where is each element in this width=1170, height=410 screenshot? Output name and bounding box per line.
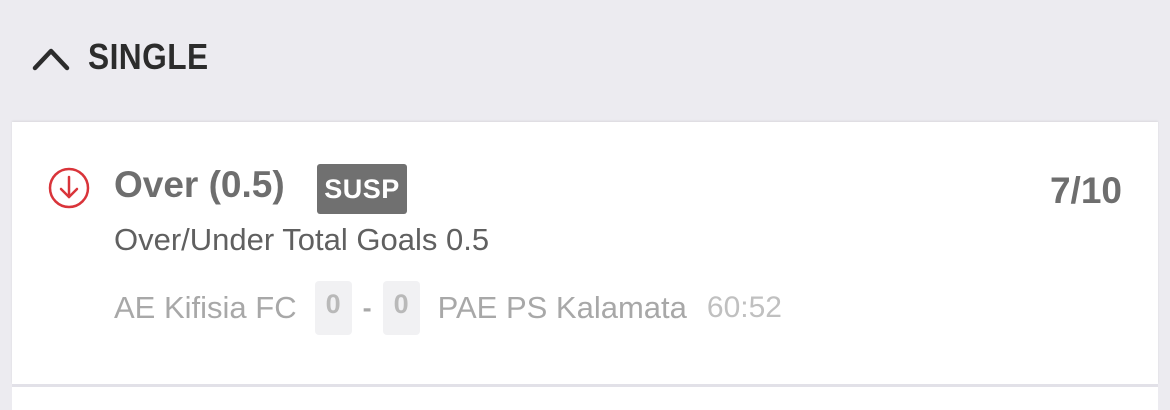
event-info: AE Kifisia FC 0 - 0 PAE PS Kalamata 60:5… xyxy=(114,281,782,335)
bet-section-header[interactable]: SINGLE xyxy=(0,0,1170,122)
arrow-down-circle-icon xyxy=(48,167,90,209)
score-separator: - xyxy=(362,293,372,323)
away-score: 0 xyxy=(382,281,420,335)
next-card xyxy=(12,387,1158,410)
market-name: Over/Under Total Goals 0.5 xyxy=(114,222,490,257)
home-team: AE Kifisia FC xyxy=(114,290,297,325)
suspended-badge: SUSP xyxy=(317,164,407,214)
section-title: SINGLE xyxy=(88,36,209,77)
selection-name: Over (0.5) xyxy=(114,164,285,205)
away-team: PAE PS Kalamata xyxy=(437,290,687,325)
odds-value: 7/10 xyxy=(1049,170,1122,211)
chevron-up-icon xyxy=(32,48,70,71)
home-score: 0 xyxy=(314,281,352,335)
match-clock: 60:52 xyxy=(706,291,782,324)
